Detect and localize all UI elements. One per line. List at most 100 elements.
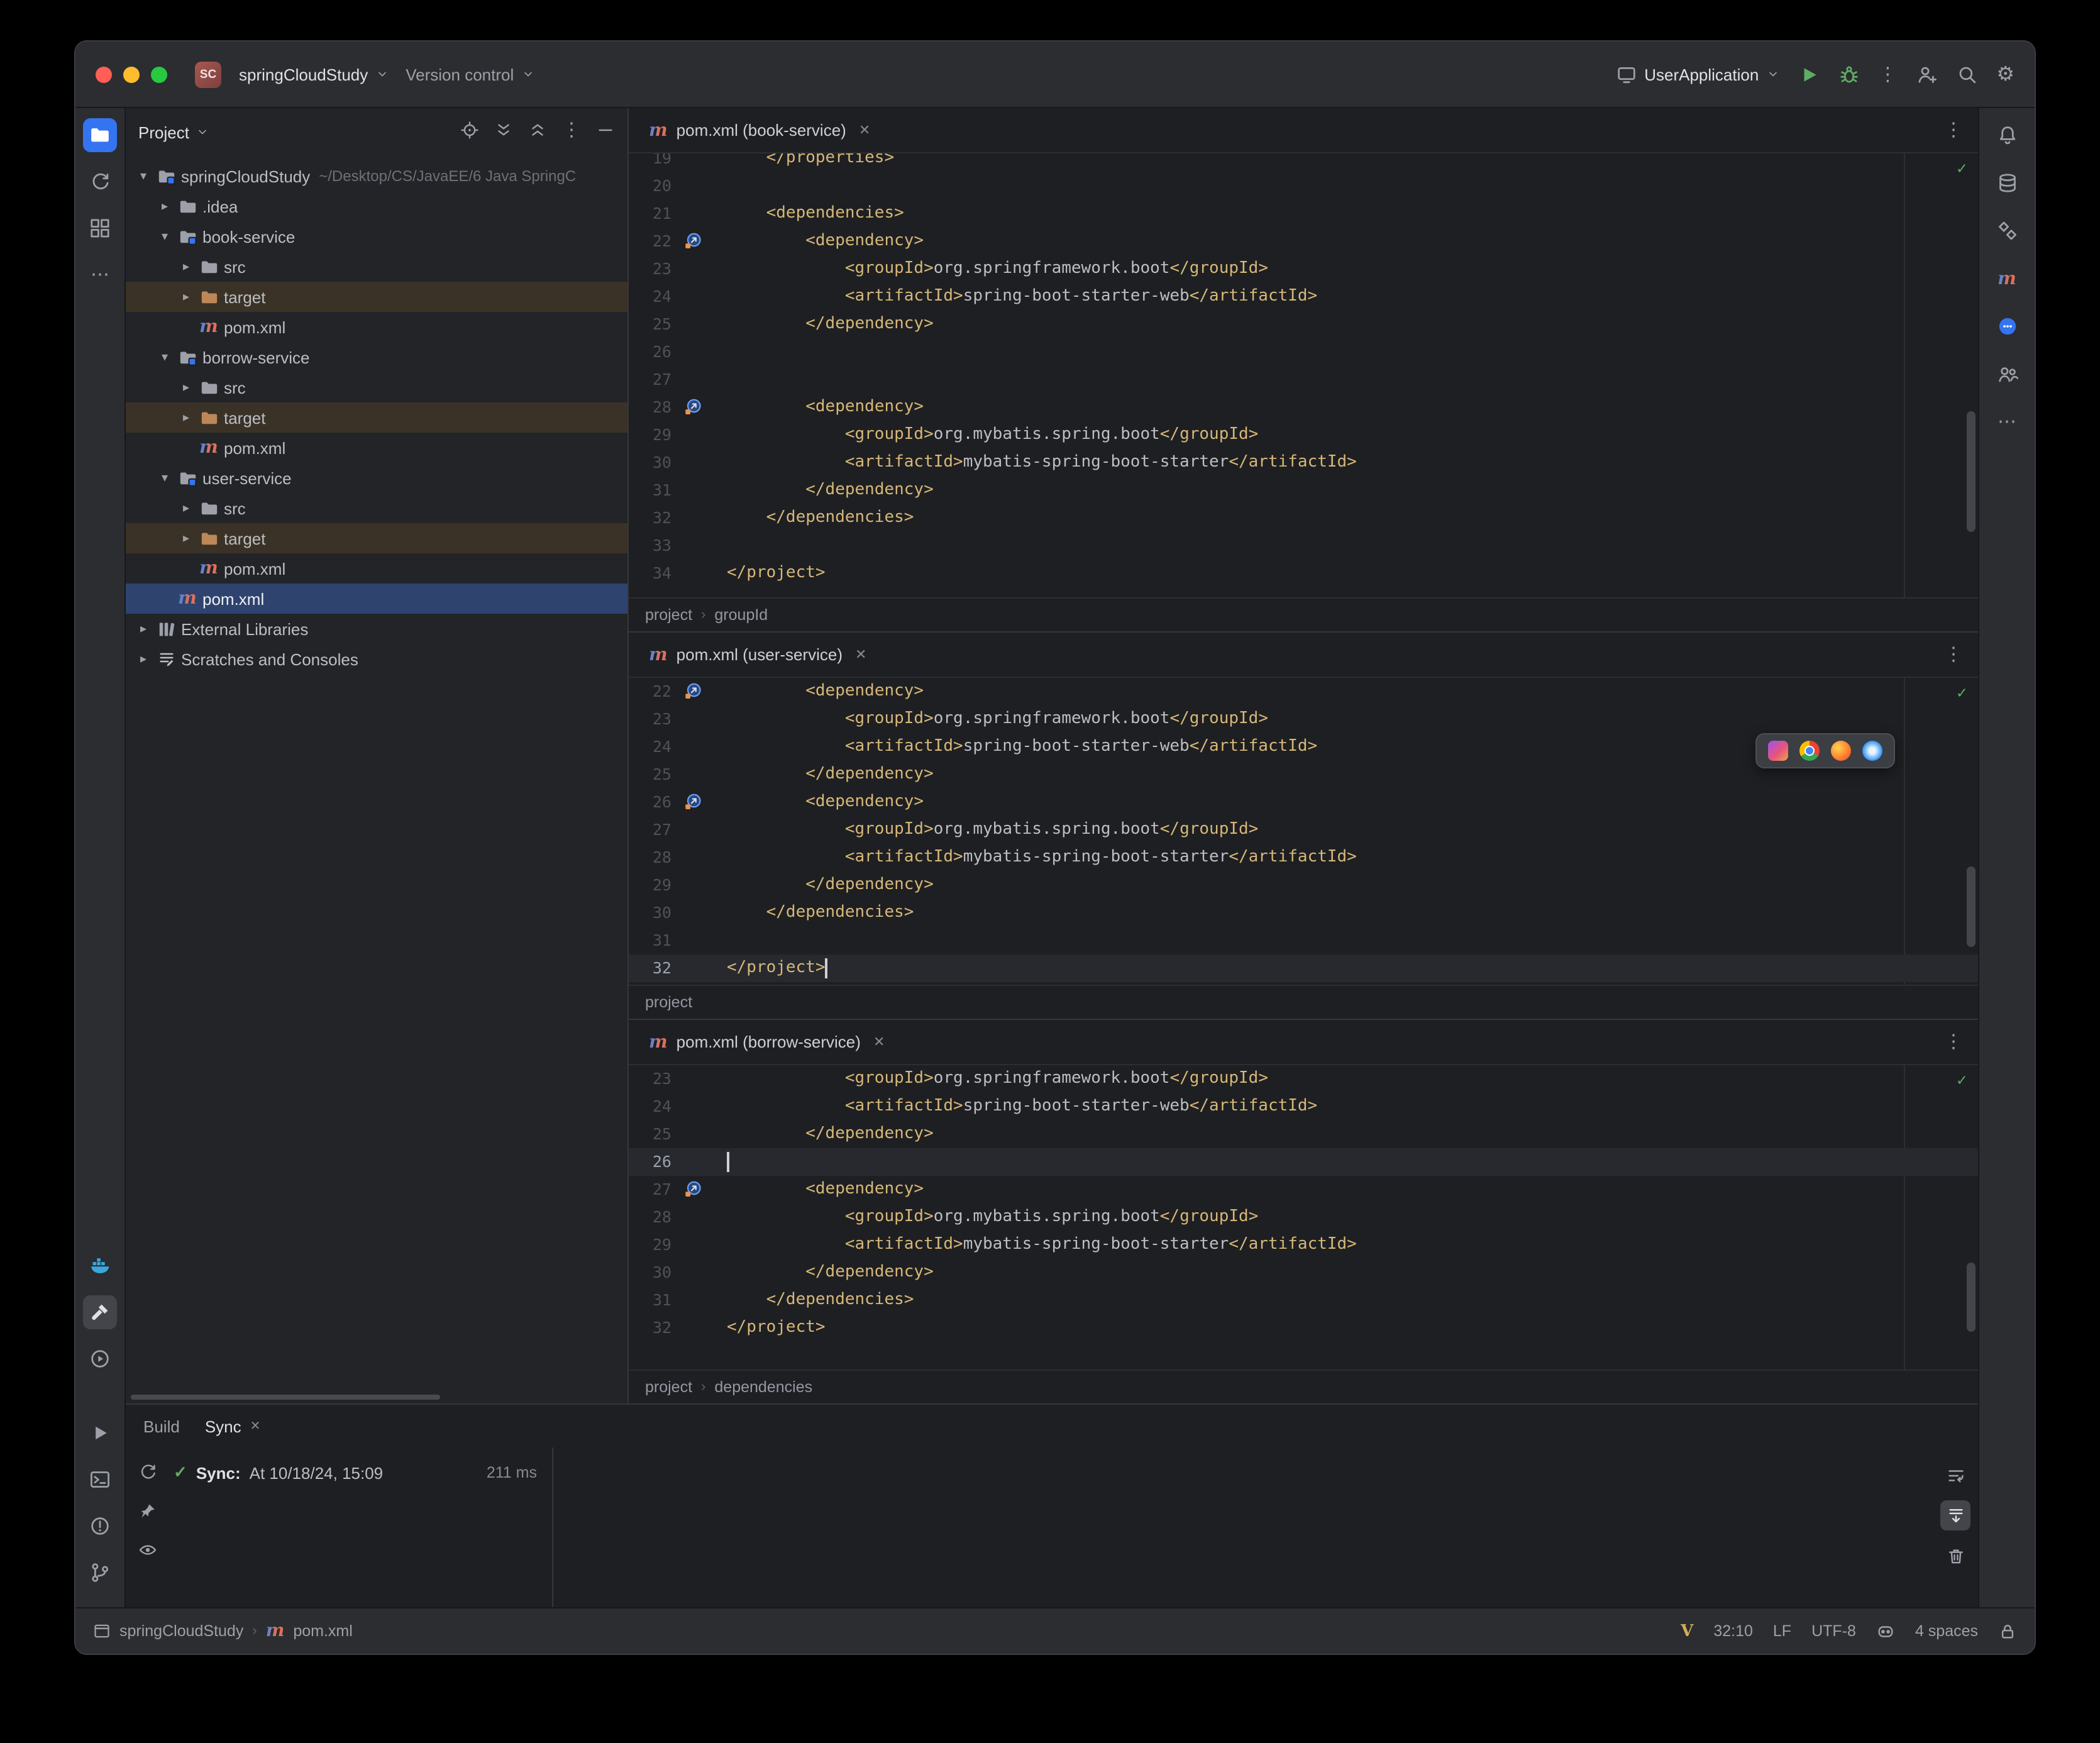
clear-button[interactable]	[1940, 1541, 1970, 1571]
preview-button[interactable]	[138, 1541, 157, 1566]
vim-mode-icon[interactable]: V	[1681, 1622, 1693, 1641]
maven-dependency-icon[interactable]	[684, 792, 703, 811]
encoding-widget[interactable]: UTF-8	[1811, 1622, 1856, 1640]
editor-tab[interactable]: m pom.xml (book-service) ✕	[644, 108, 875, 152]
chevron-down-icon[interactable]: ▾	[155, 350, 175, 364]
build-panel-tab-build[interactable]: Build	[143, 1417, 180, 1436]
tree-item-target[interactable]: ▸ target	[126, 402, 627, 433]
project-switcher[interactable]: springCloudStudy	[239, 65, 388, 84]
code-line[interactable]: 25 </dependency>	[629, 1120, 1978, 1148]
chevron-right-icon[interactable]: ▸	[176, 260, 196, 274]
code-line[interactable]: 34 </project>	[629, 560, 1978, 587]
code-line[interactable]: 33	[629, 532, 1978, 560]
tree-item-springcloudstudy[interactable]: ▾ springCloudStudy ~/Desktop/CS/JavaEE/6 J…	[126, 161, 627, 191]
code-line[interactable]: 21 <dependencies>	[629, 200, 1978, 228]
status-project-name[interactable]: springCloudStudy	[119, 1622, 243, 1640]
debug-button[interactable]	[1838, 64, 1859, 85]
activity-item-notifications[interactable]	[1990, 118, 2024, 152]
close-icon[interactable]: ✕	[873, 1034, 885, 1050]
chevron-right-icon[interactable]: ▸	[176, 501, 196, 515]
code-line[interactable]: 22 <dependency>	[629, 228, 1978, 255]
activity-item-git[interactable]	[83, 1556, 117, 1590]
run-button[interactable]	[1798, 64, 1819, 85]
chevron-right-icon[interactable]: ▸	[176, 411, 196, 424]
code-line[interactable]: 25 </dependency>	[629, 311, 1978, 338]
activity-item-structure[interactable]	[83, 211, 117, 245]
code-line[interactable]: 31 </dependencies>	[629, 1286, 1978, 1314]
soft-wrap-button[interactable]	[1940, 1460, 1970, 1490]
minimize-window-button[interactable]	[123, 66, 140, 82]
activity-item-run[interactable]	[83, 1416, 117, 1450]
tree-item-user-service[interactable]: ▾ user-service	[126, 463, 627, 493]
code-line[interactable]: 30 </dependency>	[629, 1259, 1978, 1286]
activity-item-project[interactable]	[83, 118, 117, 152]
code-line[interactable]: 26 <dependency>	[629, 788, 1978, 816]
caret-position-widget[interactable]: 32:10	[1713, 1622, 1753, 1640]
tree-item-pom-xml[interactable]: m pom.xml	[126, 433, 627, 463]
code-line[interactable]: 28 <groupId>org.mybatis.spring.boot</gro…	[629, 1204, 1978, 1231]
code-line[interactable]: 22 <dependency>	[629, 678, 1978, 706]
refresh-button[interactable]	[138, 1463, 157, 1488]
lock-icon[interactable]	[1998, 1622, 2017, 1641]
code-line[interactable]: 23 <groupId>org.springframework.boot</gr…	[629, 706, 1978, 733]
tree-item-external-libraries[interactable]: ▸ External Libraries	[126, 614, 627, 644]
code-line[interactable]: 26	[629, 1148, 1978, 1176]
activity-item-more-h[interactable]: ⋯	[83, 258, 117, 292]
activity-item-maven[interactable]: m	[1990, 262, 2024, 296]
vertical-scrollbar[interactable]	[1967, 866, 1976, 947]
scroll-end-button[interactable]	[1940, 1500, 1970, 1530]
code-line[interactable]: 19 </properties>	[629, 153, 1978, 172]
code-line[interactable]: 29 <groupId>org.mybatis.spring.boot</gro…	[629, 421, 1978, 449]
tree-item-idea[interactable]: ▸ .idea	[126, 191, 627, 221]
code-line[interactable]: 32 </dependencies>	[629, 504, 1978, 532]
code-area[interactable]: 23 <groupId>org.springframework.boot</gr…	[629, 1065, 1978, 1370]
close-icon[interactable]: ✕	[250, 1419, 261, 1433]
sync-status-row[interactable]: ✓ Sync: At 10/18/24, 15:09 211 ms	[174, 1463, 552, 1483]
chevron-down-icon[interactable]: ▾	[133, 169, 153, 183]
activity-item-build[interactable]	[83, 1295, 117, 1329]
run-config-selector[interactable]: UserApplication	[1615, 64, 1779, 85]
build-panel-tab-sync[interactable]: Sync ✕	[205, 1417, 261, 1436]
firefox-browser-icon[interactable]	[1831, 741, 1851, 761]
project-header-more-v-button[interactable]: ⋮	[562, 120, 581, 143]
inspection-ok-icon[interactable]: ✓	[1957, 1071, 1967, 1090]
code-line[interactable]: 24 <artifactId>spring-boot-starter-web</…	[629, 1093, 1978, 1120]
tree-item-pom-xml[interactable]: m pom.xml	[126, 553, 627, 584]
more-actions-button[interactable]: ⋮	[1878, 64, 1897, 84]
project-header-expand-all-button[interactable]	[494, 121, 513, 143]
code-line[interactable]: 27	[629, 366, 1978, 394]
code-line[interactable]: 31	[629, 927, 1978, 954]
project-header-locate-button[interactable]	[460, 121, 479, 143]
chevron-down-icon[interactable]: ▾	[155, 471, 175, 485]
editor-tab[interactable]: m pom.xml (borrow-service) ✕	[644, 1020, 890, 1064]
code-line[interactable]: 29 </dependency>	[629, 872, 1978, 899]
code-line[interactable]: 30 <artifactId>mybatis-spring-boot-start…	[629, 449, 1978, 477]
ide-browser-icon[interactable]	[1768, 741, 1788, 761]
safari-browser-icon[interactable]	[1862, 741, 1882, 761]
inspection-ok-icon[interactable]: ✓	[1957, 160, 1967, 179]
maven-dependency-icon[interactable]	[684, 397, 703, 416]
code-area[interactable]: 22 <dependency> 23 <groupId>org.springfra…	[629, 678, 1978, 985]
indent-widget[interactable]: 4 spaces	[1915, 1622, 1978, 1640]
code-line[interactable]: 32 </project>	[629, 954, 1978, 982]
maven-dependency-icon[interactable]	[684, 1180, 703, 1198]
activity-item-collaboration[interactable]	[1990, 357, 2024, 391]
settings-button[interactable]: ⚙	[1996, 64, 2014, 84]
activity-item-services[interactable]	[83, 1342, 117, 1376]
activity-item-docker[interactable]	[83, 1249, 117, 1283]
chevron-right-icon[interactable]: ▸	[155, 199, 175, 213]
activity-item-more-h[interactable]: ⋯	[1990, 405, 2024, 439]
code-line[interactable]: 23 <groupId>org.springframework.boot</gr…	[629, 1065, 1978, 1093]
close-icon[interactable]: ✕	[859, 122, 870, 138]
chevron-right-icon[interactable]: ▸	[176, 380, 196, 394]
zoom-window-button[interactable]	[151, 66, 167, 82]
pin-button[interactable]	[138, 1502, 157, 1527]
status-file-name[interactable]: pom.xml	[293, 1622, 352, 1640]
chevron-down-icon[interactable]: ▾	[155, 230, 175, 243]
tree-item-src[interactable]: ▸ src	[126, 372, 627, 402]
tree-item-src[interactable]: ▸ src	[126, 252, 627, 282]
chevron-right-icon[interactable]: ▸	[133, 652, 153, 666]
chevron-right-icon[interactable]: ▸	[176, 290, 196, 304]
activity-item-terminal[interactable]	[83, 1463, 117, 1497]
tree-item-scratches-and-consoles[interactable]: ▸ Scratches and Consoles	[126, 644, 627, 674]
